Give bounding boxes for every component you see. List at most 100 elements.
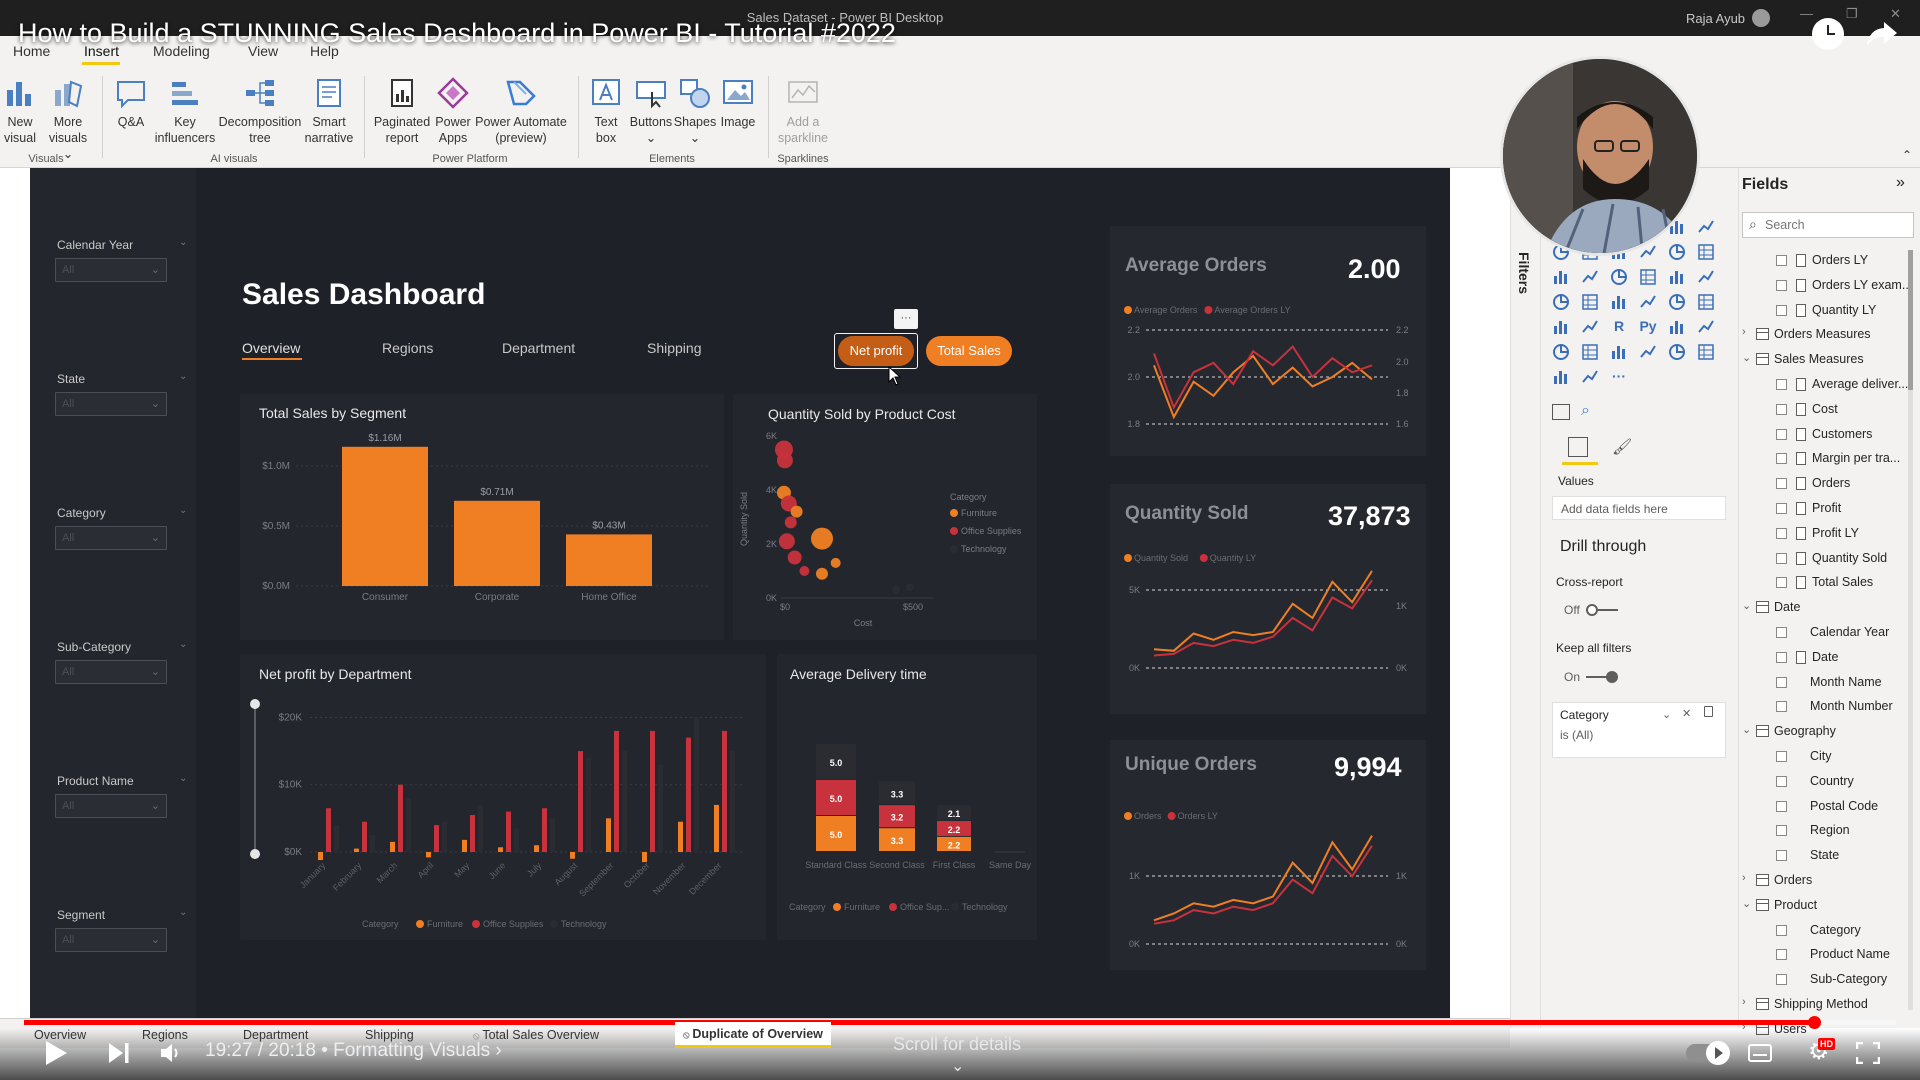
field-table[interactable]: ⌄ Geography [1738,721,1920,743]
field-checkbox[interactable] [1776,949,1787,961]
user-name[interactable]: Raja Ayub [1686,11,1745,26]
format-paintbrush-icon[interactable]: 🖌 [1612,437,1632,457]
field-item[interactable]: Month Number [1738,696,1920,718]
slicer-chevron-icon[interactable]: ⌄ [179,773,187,784]
net-profit-button[interactable]: Net profit [838,336,914,366]
next-video-icon[interactable] [108,1042,130,1064]
column-bar[interactable] [506,811,511,852]
visual-type-icon[interactable] [1581,368,1599,386]
chevron-down-icon[interactable]: ⌄ [951,1056,964,1076]
visual-type-icon[interactable]: Py [1639,318,1657,336]
visual-type-icon[interactable] [1552,293,1570,311]
slicer-dropdown[interactable]: All ⌄ [55,928,167,952]
slicer-chevron-icon[interactable]: ⌄ [179,371,187,382]
visual-type-icon[interactable] [1697,268,1715,286]
field-checkbox[interactable] [1776,825,1787,837]
field-checkbox[interactable] [1776,775,1787,787]
field-checkbox[interactable] [1776,751,1787,762]
column-bar[interactable] [550,818,555,852]
column-bar[interactable] [542,808,547,852]
field-item[interactable]: Cost [1738,399,1920,421]
visual-type-icon[interactable] [1697,218,1715,236]
page-tab[interactable]: Department [243,1028,308,1042]
field-item[interactable]: State [1738,845,1920,867]
column-bar[interactable] [462,839,467,852]
visual-type-icon[interactable] [1552,318,1570,336]
visual-type-icon[interactable] [1697,343,1715,361]
build-visual-icon[interactable] [1552,404,1570,420]
column-bar[interactable] [362,821,367,852]
page-tab[interactable]: ⦸ Duplicate of Overview [675,1022,831,1048]
qty-cost-scatter-chart[interactable]: 0K 2K 4K 6K $0 $500 Cost Quantity Sold Category F… [733,424,1037,634]
image-button[interactable]: Image [716,76,760,130]
chevron-down-icon[interactable]: ⌄ [1742,897,1751,910]
dropdown-chevron-icon[interactable]: ⌄ [151,933,160,946]
visual-type-icon[interactable] [1610,293,1628,311]
visual-type-icon[interactable] [1552,343,1570,361]
add-sparkline-button[interactable]: Add a sparkline [772,76,834,146]
chevron-right-icon[interactable]: › [1742,872,1746,884]
visual-type-icon[interactable] [1610,268,1628,286]
new-visual-button[interactable]: New visual [2,76,38,146]
nav-shipping[interactable]: Shipping [647,340,702,356]
field-checkbox[interactable] [1776,627,1787,638]
column-bar[interactable] [722,730,727,852]
page-tab[interactable]: Regions [142,1028,188,1042]
slicer-dropdown[interactable]: All ⌄ [55,660,167,684]
visual-type-icon[interactable] [1610,343,1628,361]
column-bar[interactable] [426,852,431,858]
column-bar[interactable] [586,757,591,852]
field-item[interactable]: Sub-Category [1738,969,1920,991]
field-item[interactable]: Month Name [1738,672,1920,694]
play-icon[interactable] [44,1040,68,1066]
chevron-down-icon[interactable]: ⌄ [1742,599,1751,612]
field-checkbox[interactable] [1776,527,1787,539]
column-bar[interactable] [534,845,539,852]
more-visuals-button[interactable]: More visuals ⌄ [44,76,92,162]
column-bar[interactable] [470,815,475,852]
dropdown-chevron-icon[interactable]: ⌄ [151,665,160,678]
slicer-dropdown[interactable]: All ⌄ [55,526,167,550]
zoom-slider-handle-bottom[interactable] [250,849,260,859]
column-bar[interactable] [578,751,583,852]
scatter-point[interactable] [905,583,914,592]
field-table[interactable]: › Orders Measures [1738,324,1920,346]
fullscreen-icon[interactable] [1856,1042,1880,1064]
visual-type-icon[interactable]: ··· [1610,368,1628,386]
page-tab[interactable]: ⦸ Total Sales Overview [473,1028,599,1042]
field-table[interactable]: › Shipping Method [1738,994,1920,1016]
visual-type-icon[interactable] [1552,368,1570,386]
column-bar[interactable] [398,784,403,852]
bar[interactable] [566,534,652,586]
field-table[interactable]: ⌄ Sales Measures [1738,349,1920,371]
avg-orders-line-chart[interactable]: Average Orders Average Orders LY 1.8 2.0 2.2… [1110,296,1426,446]
qa-button[interactable]: Q&A [110,76,152,130]
field-item[interactable]: Calendar Year [1738,622,1920,644]
field-checkbox[interactable] [1776,304,1787,316]
column-bar[interactable] [442,821,447,852]
field-checkbox[interactable] [1776,552,1787,564]
minimize-icon[interactable]: — [1800,6,1813,21]
unique-orders-line-chart[interactable]: Orders Orders LY 0K 1K 0K 1K [1110,802,1426,962]
fields-scrollbar-thumb[interactable] [1908,250,1913,390]
slicer-dropdown[interactable]: All ⌄ [55,392,167,416]
cross-report-toggle[interactable] [1586,604,1618,616]
scatter-point[interactable] [784,516,797,529]
key-influencers-button[interactable]: Key influencers [152,76,218,146]
dropdown-chevron-icon[interactable]: ⌄ [151,799,160,812]
visual-type-icon[interactable] [1639,268,1657,286]
field-checkbox[interactable] [1776,974,1787,986]
scatter-point[interactable] [810,527,833,550]
visual-type-icon[interactable] [1668,343,1686,361]
visual-type-icon[interactable] [1639,293,1657,311]
slicer-chevron-icon[interactable]: ⌄ [179,907,187,918]
page-tab[interactable]: Overview [34,1028,86,1042]
analytics-search-icon[interactable]: ⌕ [1581,402,1590,420]
column-bar[interactable] [678,821,683,852]
column-bar[interactable] [614,730,619,852]
field-checkbox[interactable] [1776,701,1787,713]
column-bar[interactable] [714,804,719,852]
field-item[interactable]: Orders LY [1738,250,1920,272]
field-item[interactable]: Postal Code [1738,796,1920,818]
field-checkbox[interactable] [1776,503,1787,514]
